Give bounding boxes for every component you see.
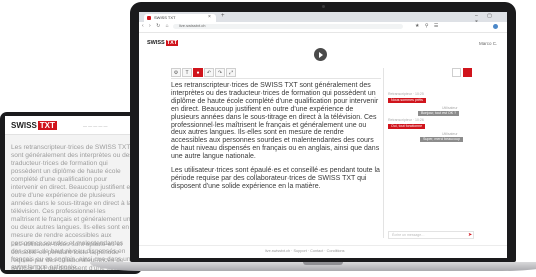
profile-avatar[interactable] [493,24,498,29]
app-logo[interactable]: SWISS TXT [147,40,179,46]
toolbar-divider [171,78,381,79]
favicon-icon [147,16,151,20]
chat-message: Oui, tout fonctionne [388,124,426,129]
extension-icons[interactable]: ★ ⚲ ☰ [415,23,440,29]
footer-text: live.swisstxt.ch · Support · Contact · C… [265,249,345,253]
transcript-paragraph-1: Les retranscripteur·trices de SWISS TXT … [171,82,380,161]
transcript-paragraph-2: Les utilisateur·trices sont épaulé·es et… [171,167,380,190]
tablet-header-link[interactable]: — — — — — [83,123,107,128]
transcript-area[interactable]: Les retranscripteur·trices de SWISS TXT … [171,82,381,232]
message-meta: Utilisateur [442,106,458,110]
text-size-button[interactable]: T [182,68,192,77]
address-text: live.swisstxt.ch [179,23,206,28]
chat-minimize-button[interactable] [452,68,461,77]
tab-title: SWISS TXT [154,15,176,20]
browser-tabbar: SWISS TXT × + – ▢ × [139,12,507,25]
laptop-screen: SWISS TXT × + – ▢ × ‹ › ↻ ⌂ live.swisstx… [139,12,507,258]
tablet-device: SWISS TXT — — — — — Les retranscripteur·t… [0,112,142,274]
tablet-screen: SWISS TXT — — — — — Les retranscripteur·t… [5,116,138,270]
page-footer: live.swisstxt.ch · Support · Contact · C… [139,245,507,256]
message-meta: Retranscripteur · 10:26 [388,118,424,122]
chat-toggle-button[interactable] [463,68,472,77]
play-icon[interactable] [314,48,327,61]
redo-button[interactable]: ↷ [215,68,225,77]
fullscreen-button[interactable]: ⤢ [226,68,236,77]
settings-button[interactable]: ⚙ [171,68,181,77]
browser-toolbar: ‹ › ↻ ⌂ live.swisstxt.ch ★ ⚲ ☰ [139,22,507,33]
chat-input[interactable]: Écrire un message… ➤ [388,231,474,239]
record-button[interactable]: ● [193,68,203,77]
nav-buttons[interactable]: ‹ › ↻ ⌂ [142,23,171,29]
tablet-header: SWISS TXT — — — — — [5,116,138,135]
chat-message: Nous sommes prêts [388,98,426,103]
send-icon[interactable]: ➤ [468,232,472,238]
editor-toolbar: ⚙ T ● ↶ ↷ ⤢ [171,68,381,78]
chat-panel: Retranscripteur · 10:25 Nous sommes prêt… [383,68,477,239]
undo-button[interactable]: ↶ [204,68,214,77]
browser-tab[interactable]: SWISS TXT × [144,14,216,22]
user-menu[interactable]: Marco C. [479,41,497,46]
address-bar[interactable]: live.swisstxt.ch [173,23,403,29]
message-meta: Utilisateur [442,132,458,136]
tab-close-icon[interactable]: × [208,14,211,20]
tablet-logo: SWISS TXT [11,121,57,130]
webcam-icon [322,5,325,8]
chat-message: Bonjour, tout est OK ? [418,111,460,116]
laptop-notch [303,262,343,265]
chat-message: Super, merci beaucoup [420,137,463,142]
chat-input-placeholder: Écrire un message… [392,233,425,237]
message-meta: Retranscripteur · 10:25 [388,92,424,96]
new-tab-button[interactable]: + [221,13,225,20]
